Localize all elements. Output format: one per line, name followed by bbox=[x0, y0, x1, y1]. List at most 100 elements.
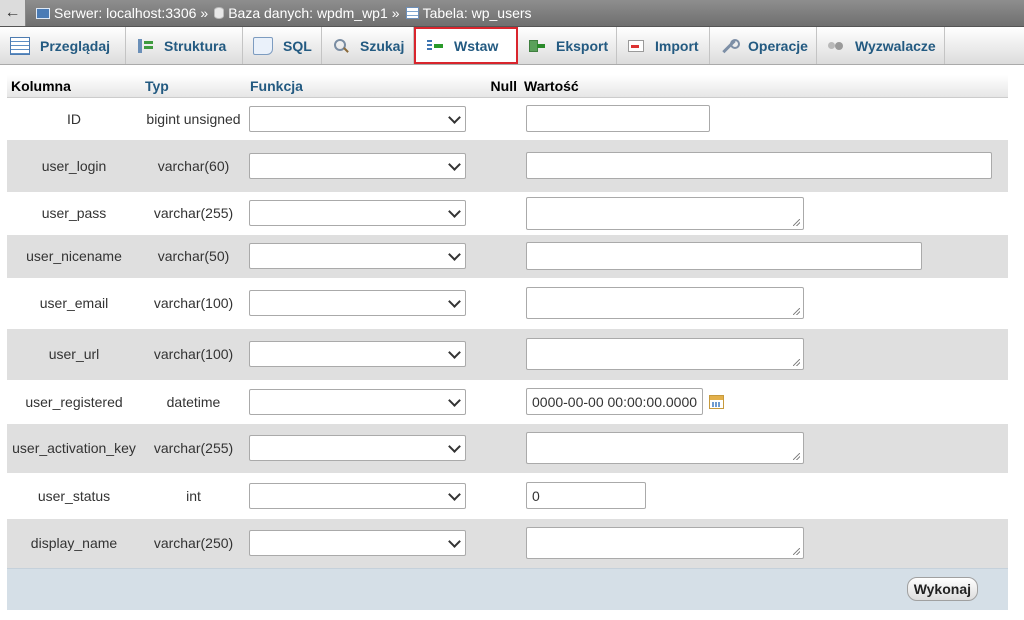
table-icon bbox=[405, 7, 419, 19]
chevron-down-icon bbox=[448, 535, 461, 548]
null-cell bbox=[482, 191, 520, 235]
submit-button[interactable]: Wykonaj bbox=[906, 577, 978, 601]
breadcrumb-server-label: Serwer: localhost:3306 bbox=[54, 5, 197, 21]
back-button[interactable]: ← bbox=[0, 0, 26, 26]
column-type: varchar(100) bbox=[141, 277, 246, 329]
function-select[interactable] bbox=[249, 435, 466, 461]
operations-icon bbox=[720, 38, 740, 54]
table-header-row: Kolumna Typ Funkcja Null Wartość bbox=[7, 75, 1008, 98]
null-cell bbox=[482, 423, 520, 473]
column-name: user_activation_key bbox=[7, 423, 141, 473]
tab-label: Import bbox=[655, 37, 699, 54]
column-name: user_email bbox=[7, 277, 141, 329]
column-type: varchar(60) bbox=[141, 139, 246, 192]
resize-handle-icon[interactable] bbox=[793, 218, 800, 226]
tab-triggers[interactable]: Wyzwalacze bbox=[817, 27, 945, 64]
tab-label: Przeglądaj bbox=[40, 37, 111, 54]
column-type: varchar(100) bbox=[141, 328, 246, 380]
header-null: Null bbox=[482, 75, 520, 98]
column-type: int bbox=[141, 472, 246, 519]
value-textarea[interactable] bbox=[526, 287, 804, 319]
tab-search[interactable]: Szukaj bbox=[322, 27, 414, 64]
chevron-down-icon bbox=[448, 110, 461, 124]
null-cell bbox=[482, 277, 520, 329]
resize-handle-icon[interactable] bbox=[793, 453, 800, 460]
breadcrumb-server[interactable]: Serwer: localhost:3306 bbox=[36, 5, 196, 21]
browse-icon bbox=[10, 36, 30, 55]
tab-label: Eksport bbox=[556, 37, 609, 54]
function-select[interactable] bbox=[249, 341, 466, 367]
null-cell bbox=[482, 139, 520, 192]
function-select[interactable] bbox=[249, 105, 466, 132]
server-icon bbox=[36, 7, 50, 19]
tab-label: Szukaj bbox=[360, 37, 405, 54]
resize-handle-icon[interactable] bbox=[793, 548, 800, 555]
value-input[interactable] bbox=[526, 105, 710, 133]
tab-bar: Przeglądaj Struktura SQL Szukaj Wstaw Ek… bbox=[0, 27, 1024, 65]
header-type[interactable]: Typ bbox=[141, 75, 246, 98]
function-select[interactable] bbox=[249, 243, 466, 269]
tab-label: Operacje bbox=[748, 37, 808, 54]
sql-icon bbox=[253, 36, 273, 55]
function-cell bbox=[246, 277, 482, 329]
tab-export[interactable]: Eksport bbox=[518, 27, 617, 64]
database-icon bbox=[214, 7, 225, 19]
tab-import[interactable]: Import bbox=[617, 27, 710, 64]
datetime-input[interactable] bbox=[526, 388, 703, 415]
chevron-down-icon bbox=[448, 157, 461, 171]
breadcrumb-separator: » bbox=[200, 5, 209, 21]
tab-structure[interactable]: Struktura bbox=[126, 27, 243, 64]
null-cell bbox=[482, 328, 520, 380]
value-textarea[interactable] bbox=[526, 432, 804, 464]
function-select[interactable] bbox=[249, 152, 466, 179]
column-name: user_status bbox=[7, 472, 141, 519]
function-cell bbox=[246, 379, 482, 424]
breadcrumb-table[interactable]: Tabela: wp_users bbox=[405, 5, 532, 21]
tab-insert[interactable]: Wstaw bbox=[414, 27, 518, 64]
resize-handle-icon[interactable] bbox=[793, 308, 800, 315]
value-input[interactable] bbox=[526, 482, 646, 509]
function-cell bbox=[246, 191, 482, 235]
value-cell bbox=[520, 191, 1008, 235]
null-cell bbox=[482, 234, 520, 278]
table-row: user_login varchar(60) bbox=[7, 139, 1008, 192]
form-footer: Wykonaj bbox=[7, 568, 1008, 610]
column-name: user_pass bbox=[7, 191, 141, 235]
column-type: varchar(50) bbox=[141, 234, 246, 278]
structure-icon bbox=[136, 38, 154, 54]
value-cell bbox=[520, 97, 1008, 140]
function-select[interactable] bbox=[249, 388, 466, 415]
calendar-icon[interactable] bbox=[709, 394, 724, 409]
function-cell bbox=[246, 518, 482, 568]
search-icon bbox=[332, 38, 350, 54]
function-select[interactable] bbox=[249, 482, 466, 509]
header-function[interactable]: Funkcja bbox=[246, 75, 482, 98]
column-type: bigint unsigned bbox=[141, 97, 246, 140]
column-name: user_url bbox=[7, 328, 141, 380]
resize-handle-icon[interactable] bbox=[793, 359, 800, 366]
tab-browse[interactable]: Przeglądaj bbox=[0, 27, 126, 64]
function-cell bbox=[246, 234, 482, 278]
table-row: user_url varchar(100) bbox=[7, 328, 1008, 380]
function-select[interactable] bbox=[249, 530, 466, 556]
value-textarea[interactable] bbox=[526, 527, 804, 559]
breadcrumb-separator: » bbox=[391, 5, 400, 21]
breadcrumb-database-label: Baza danych: wpdm_wp1 bbox=[228, 5, 388, 21]
value-textarea[interactable] bbox=[526, 338, 804, 370]
value-input[interactable] bbox=[526, 152, 992, 179]
column-type: varchar(250) bbox=[141, 518, 246, 568]
triggers-icon bbox=[827, 38, 845, 54]
table-row: user_activation_key varchar(255) bbox=[7, 423, 1008, 473]
tab-sql[interactable]: SQL bbox=[243, 27, 322, 64]
value-textarea[interactable] bbox=[526, 196, 804, 230]
header-value: Wartość bbox=[520, 75, 1008, 98]
breadcrumb-database[interactable]: Baza danych: wpdm_wp1 bbox=[214, 5, 388, 21]
value-cell bbox=[520, 139, 1008, 192]
function-select[interactable] bbox=[249, 290, 466, 316]
tab-operations[interactable]: Operacje bbox=[710, 27, 817, 64]
column-name: user_registered bbox=[7, 379, 141, 424]
tab-label: Struktura bbox=[164, 37, 227, 54]
null-cell bbox=[482, 472, 520, 519]
value-input[interactable] bbox=[526, 242, 922, 270]
function-select[interactable] bbox=[249, 200, 466, 226]
